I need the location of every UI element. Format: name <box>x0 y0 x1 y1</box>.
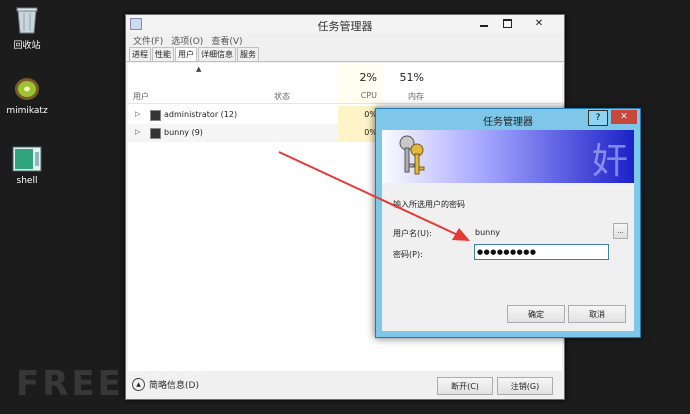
disconnect-button[interactable]: 断开(C) <box>437 377 493 395</box>
user-name: bunny (9) <box>164 128 203 137</box>
banner-decoration-icon: 奸 <box>591 141 628 182</box>
tab-services[interactable]: 服务 <box>237 47 259 61</box>
password-value: ●●●●●●●●● <box>477 248 537 256</box>
dialog-banner: 奸 <box>382 130 634 183</box>
password-dialog: 任务管理器 ? ✕ 奸 输入所选用户的密码 用户名(U): bunny ... … <box>375 108 641 338</box>
sort-arrow-icon: ▲ <box>196 65 202 73</box>
dialog-close-button[interactable]: ✕ <box>611 110 637 124</box>
desktop-icon-label: shell <box>16 176 38 186</box>
user-icon <box>150 128 161 139</box>
maximize-button[interactable] <box>497 15 517 31</box>
close-icon: ✕ <box>620 112 628 122</box>
desktop-icon-label: 回收站 <box>13 41 41 51</box>
tab-performance[interactable]: 性能 <box>152 47 174 61</box>
column-header-memory[interactable]: 51% 内存 <box>384 63 432 103</box>
ok-button[interactable]: 确定 <box>507 305 565 323</box>
menu-bar: 文件(F) 选项(O) 查看(V) <box>126 33 564 47</box>
logoff-button[interactable]: 注销(G) <box>497 377 553 395</box>
menu-options[interactable]: 选项(O) <box>171 34 203 47</box>
username-value: bunny <box>475 228 501 237</box>
memory-total-percent: 51% <box>399 71 424 84</box>
password-label: 密码(P): <box>393 250 423 259</box>
password-input[interactable]: ●●●●●●●●● <box>474 244 609 260</box>
user-name: administrator (12) <box>164 110 238 119</box>
column-header-row: ▲ 用户 状态 2% CPU 51% 内存 <box>128 63 562 104</box>
expand-arrow-icon[interactable]: ▷ <box>135 128 140 136</box>
cancel-button[interactable]: 取消 <box>568 305 626 323</box>
close-icon: ✕ <box>534 17 544 29</box>
desktop-icon-label: mimikatz <box>6 106 48 116</box>
close-button[interactable]: ✕ <box>520 15 558 31</box>
maximize-icon <box>502 18 512 28</box>
recycle-bin-icon <box>15 6 39 34</box>
dialog-prompt: 输入所选用户的密码 <box>393 200 465 209</box>
memory-label: 内存 <box>408 92 424 101</box>
column-header-status[interactable]: 状态 <box>274 91 290 102</box>
kiwi-icon <box>14 76 40 102</box>
help-button[interactable]: ? <box>588 110 608 126</box>
dialog-body: 奸 输入所选用户的密码 用户名(U): bunny ... 密码(P): ●●●… <box>382 130 634 331</box>
minimize-icon <box>480 25 488 27</box>
file-icon <box>12 146 42 172</box>
expand-arrow-icon[interactable]: ▷ <box>135 110 140 118</box>
dialog-title-bar: 任务管理器 ? ✕ <box>376 109 640 129</box>
keys-icon <box>396 134 428 182</box>
column-header-cpu[interactable]: 2% CPU <box>338 63 381 103</box>
desktop-icon-shell[interactable]: shell <box>2 146 52 186</box>
cpu-total-percent: 2% <box>359 71 377 84</box>
cpu-label: CPU <box>360 91 377 100</box>
browse-button[interactable]: ... <box>613 223 628 239</box>
user-icon <box>150 110 161 121</box>
tab-strip: 进程 性能 用户 详细信息 服务 <box>126 47 564 62</box>
tab-processes[interactable]: 进程 <box>129 47 151 61</box>
menu-file[interactable]: 文件(F) <box>133 34 163 47</box>
tab-details[interactable]: 详细信息 <box>198 47 236 61</box>
title-bar: 任务管理器 ✕ <box>126 15 564 33</box>
desktop-icon-recycle-bin[interactable]: 回收站 <box>2 6 52 51</box>
desktop-icon-mimikatz[interactable]: mimikatz <box>2 76 52 116</box>
minimize-button[interactable] <box>474 15 494 31</box>
username-label: 用户名(U): <box>393 229 432 238</box>
tab-users[interactable]: 用户 <box>175 47 197 61</box>
column-header-user[interactable]: 用户 <box>133 91 149 102</box>
watermark-logo: FREEBUF <box>16 364 210 404</box>
menu-view[interactable]: 查看(V) <box>211 34 242 47</box>
